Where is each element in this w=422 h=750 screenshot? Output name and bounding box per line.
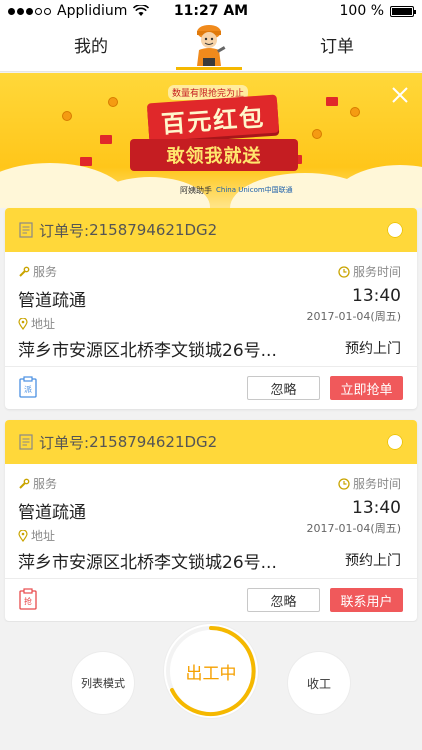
order-number: 2158794621DG2 (89, 433, 218, 451)
tag-text: 抢 (24, 596, 32, 606)
battery-group: 100 % (339, 3, 416, 19)
banner-subtitle: 敢领我就送 (166, 146, 262, 167)
location-pin-icon (18, 317, 28, 330)
service-time-label: 服务时间 (338, 263, 401, 280)
ignore-button[interactable]: 忽略 (247, 588, 320, 612)
wrench-icon (19, 266, 30, 277)
service-time-label: 服务时间 (338, 475, 401, 492)
promo-banner[interactable]: 数量有限抢完为止 百元红包 敢领我就送 阿姨助手 China Unicom中国联… (0, 73, 422, 208)
working-status-button[interactable]: 出工中 (164, 624, 258, 718)
red-envelope-icon (326, 97, 338, 106)
service-label: 服务 (18, 475, 57, 492)
banner-title-box: 百元红包 (146, 94, 280, 142)
divider (5, 578, 417, 579)
location-pin-icon (18, 529, 28, 542)
service-label: 服务 (18, 263, 57, 280)
time-value: 13:40 (352, 498, 401, 518)
select-radio[interactable] (387, 222, 403, 238)
coin-icon (62, 111, 72, 121)
clock-icon (338, 265, 350, 278)
contact-user-button[interactable]: 联系用户 (330, 588, 403, 612)
banner-brand-left: 阿姨助手 (180, 186, 212, 195)
document-icon (19, 434, 33, 450)
close-icon[interactable] (390, 85, 410, 105)
banner-subtitle-box: 敢领我就送 (130, 139, 298, 171)
order-number-label: 订单号: (39, 221, 90, 240)
date-value: 2017-01-04(周五) (306, 522, 401, 535)
banner-title: 百元红包 (160, 102, 267, 139)
grab-tag-icon: 抢 (19, 588, 37, 610)
signal-icon (8, 7, 51, 15)
appointment-type: 预约上门 (345, 553, 401, 569)
clock-icon (338, 477, 350, 490)
cloud-decoration (330, 165, 422, 208)
red-envelope-icon (100, 135, 112, 144)
battery-icon (390, 5, 416, 17)
service-value: 管道疏通 (18, 291, 86, 311)
address-value: 萍乡市安源区北桥李文锁城26号... (18, 553, 277, 573)
order-number: 2158794621DG2 (89, 221, 218, 239)
bottom-bar: 列表模式 出工中 收工 (0, 622, 422, 750)
battery-percent: 100 % (339, 3, 384, 19)
address-value: 萍乡市安源区北桥李文锁城26号... (18, 341, 277, 361)
order-number-label: 订单号: (39, 433, 90, 452)
grab-order-button[interactable]: 立即抢单 (330, 376, 403, 400)
address-label: 地址 (18, 315, 55, 332)
tab-my[interactable]: 我的 (74, 32, 108, 57)
ignore-button[interactable]: 忽略 (247, 376, 320, 400)
tab-orders[interactable]: 订单 (320, 32, 354, 57)
order-card-header: 订单号: 2158794621DG2 (5, 208, 417, 252)
date-value: 2017-01-04(周五) (306, 310, 401, 323)
address-label: 地址 (18, 527, 55, 544)
end-work-button[interactable]: 收工 (288, 652, 350, 714)
tag-text: 派 (24, 385, 32, 394)
wrench-icon (19, 478, 30, 489)
divider (5, 366, 417, 367)
banner-brand-right: China Unicom中国联通 (216, 186, 293, 194)
wifi-icon (133, 5, 150, 16)
top-nav: 我的 订单 (0, 22, 422, 72)
coin-icon (350, 107, 360, 117)
coin-icon (312, 129, 322, 139)
dispatch-tag-icon: 派 (19, 376, 37, 398)
worker-avatar-icon (197, 25, 226, 66)
status-bar: Applidium 11:27 AM 100 % (0, 0, 422, 22)
order-card[interactable]: 订单号: 2158794621DG2 服务 服务时间 管道疏通 13:40 20… (5, 420, 417, 621)
order-card-header: 订单号: 2158794621DG2 (5, 420, 417, 464)
carrier-name: Applidium (57, 3, 128, 19)
select-radio[interactable] (387, 434, 403, 450)
coin-icon (108, 97, 118, 107)
red-envelope-icon (80, 157, 92, 166)
carrier-group: Applidium (8, 3, 150, 19)
document-icon (19, 222, 33, 238)
time-value: 13:40 (352, 286, 401, 306)
working-label: 出工中 (185, 663, 237, 684)
order-card[interactable]: 订单号: 2158794621DG2 服务 服务时间 管道疏通 13:40 20… (5, 208, 417, 409)
avatar-tab[interactable] (176, 22, 242, 70)
list-mode-button[interactable]: 列表模式 (72, 652, 134, 714)
appointment-type: 预约上门 (345, 341, 401, 357)
service-value: 管道疏通 (18, 503, 86, 523)
